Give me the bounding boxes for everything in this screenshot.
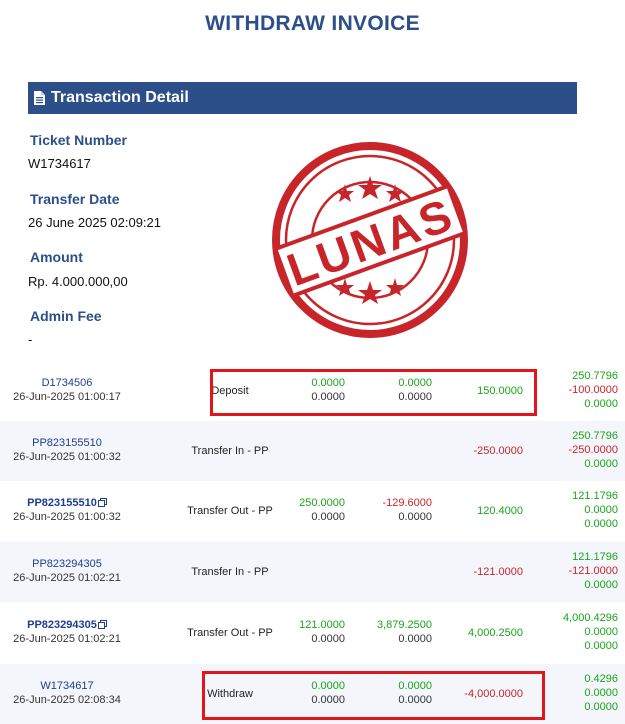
balance-cell: 250.7796 -100.0000 0.0000 — [540, 369, 618, 411]
amount-cell-c2: 3,879.2500 0.0000 — [372, 618, 432, 646]
balance-value: 0.0000 — [584, 701, 618, 713]
amount-value: Rp. 4.000.000,00 — [28, 274, 128, 289]
transaction-time: 26-Jun-2025 01:00:32 — [13, 511, 121, 523]
transaction-time: 26-Jun-2025 01:00:17 — [13, 391, 121, 403]
amount-cell-c1: 250.0000 0.0000 — [285, 496, 345, 524]
amount-cell-c2: -129.6000 0.0000 — [372, 496, 432, 524]
balance-cell: 121.1796 -121.0000 0.0000 — [540, 550, 618, 592]
section-title: Transaction Detail — [51, 89, 189, 106]
amount-value: 0.0000 — [398, 633, 432, 645]
transaction-type: Transfer Out - PP — [187, 505, 273, 517]
transaction-time: 26-Jun-2025 01:02:21 — [13, 633, 121, 645]
transaction-time: 26-Jun-2025 01:00:32 — [13, 451, 121, 463]
row-id-cell: PP823294305 26-Jun-2025 01:02:21 — [0, 618, 134, 646]
transaction-id-link[interactable]: PP823155510 — [0, 436, 134, 450]
transaction-id-link[interactable]: PP823294305 — [0, 557, 134, 571]
balance-cell: 0.4296 0.0000 0.0000 — [540, 672, 618, 714]
amount-label: Amount — [30, 249, 83, 265]
ticket-number-label: Ticket Number — [30, 132, 127, 148]
table-row: PP823155510 26-Jun-2025 01:00:32 Transfer … — [0, 481, 625, 541]
amount-value: 0.0000 — [398, 511, 432, 523]
balance-value: 0.0000 — [584, 579, 618, 591]
transfer-date-label: Transfer Date — [30, 191, 120, 207]
net-amount: -250.0000 — [473, 445, 523, 457]
amount-value: 250.0000 — [299, 497, 345, 509]
amount-value: 0.0000 — [311, 511, 345, 523]
row-id-cell: PP823155510 26-Jun-2025 01:00:32 — [0, 496, 134, 524]
amount-cell-c1: 121.0000 0.0000 — [285, 618, 345, 646]
transaction-type: Transfer In - PP — [191, 445, 269, 457]
balance-value: -121.0000 — [568, 565, 618, 577]
ticket-number-value: W1734617 — [28, 156, 91, 171]
stamp-text: LUNAS — [280, 188, 461, 296]
balance-value: 0.0000 — [584, 458, 618, 470]
lunas-stamp: LUNAS — [272, 142, 468, 338]
balance-cell: 250.7796 -250.0000 0.0000 — [540, 429, 618, 471]
amount-value: 121.0000 — [299, 619, 345, 631]
balance-value: 0.0000 — [584, 518, 618, 530]
amount-value: -129.6000 — [382, 497, 432, 509]
invoice-title: WITHDRAW INVOICE — [205, 12, 420, 35]
row-id-cell: D1734506 26-Jun-2025 01:00:17 — [0, 376, 134, 404]
copy-icon[interactable] — [97, 620, 107, 629]
net-amount: 4,000.2500 — [467, 627, 523, 639]
balance-value: 250.7796 — [572, 370, 618, 382]
transaction-id-link[interactable]: W1734617 — [0, 679, 134, 693]
table-row: PP823155510 26-Jun-2025 01:00:32 Transfer … — [0, 421, 625, 481]
row-id-cell: W1734617 26-Jun-2025 02:08:34 — [0, 679, 134, 707]
transaction-type: Transfer Out - PP — [187, 627, 273, 639]
balance-value: 0.0000 — [584, 626, 618, 638]
copy-icon[interactable] — [97, 498, 107, 507]
highlight-withdraw — [202, 671, 545, 720]
balance-value: -250.0000 — [568, 444, 618, 456]
amount-value: 3,879.2500 — [376, 619, 432, 631]
balance-value: 121.1796 — [572, 551, 618, 563]
transaction-type: Transfer In - PP — [191, 566, 269, 578]
net-amount: 120.4000 — [477, 505, 523, 517]
balance-cell: 121.1796 0.0000 0.0000 — [540, 489, 618, 531]
document-icon — [34, 91, 45, 105]
balance-value: 0.0000 — [584, 504, 618, 516]
table-row: PP823294305 26-Jun-2025 01:02:21 Transfer … — [0, 603, 625, 663]
table-row: PP823294305 26-Jun-2025 01:02:21 Transfer … — [0, 542, 625, 602]
balance-value: 0.0000 — [584, 687, 618, 699]
balance-value: 0.0000 — [584, 398, 618, 410]
balance-value: -100.0000 — [568, 384, 618, 396]
row-id-cell: PP823294305 26-Jun-2025 01:02:21 — [0, 557, 134, 585]
balance-value: 4,000.4296 — [562, 612, 618, 624]
transaction-id-link[interactable]: PP823155510 — [0, 496, 134, 510]
admin-fee-label: Admin Fee — [30, 308, 102, 324]
net-amount: -121.0000 — [473, 566, 523, 578]
row-id-cell: PP823155510 26-Jun-2025 01:00:32 — [0, 436, 134, 464]
admin-fee-value: - — [28, 332, 33, 347]
balance-value: 121.1796 — [572, 490, 618, 502]
transaction-id-link[interactable]: D1734506 — [0, 376, 134, 390]
amount-value: 0.0000 — [311, 633, 345, 645]
balance-value: 0.4296 — [584, 673, 618, 685]
balance-cell: 4,000.4296 0.0000 0.0000 — [540, 611, 618, 653]
transfer-date-value: 26 June 2025 02:09:21 — [28, 215, 162, 230]
section-header: Transaction Detail — [28, 82, 577, 114]
balance-value: 0.0000 — [584, 640, 618, 652]
highlight-deposit — [210, 369, 537, 416]
balance-value: 250.7796 — [572, 430, 618, 442]
transaction-id-link[interactable]: PP823294305 — [0, 618, 134, 632]
transaction-time: 26-Jun-2025 01:02:21 — [13, 572, 121, 584]
transaction-time: 26-Jun-2025 02:08:34 — [13, 694, 121, 706]
